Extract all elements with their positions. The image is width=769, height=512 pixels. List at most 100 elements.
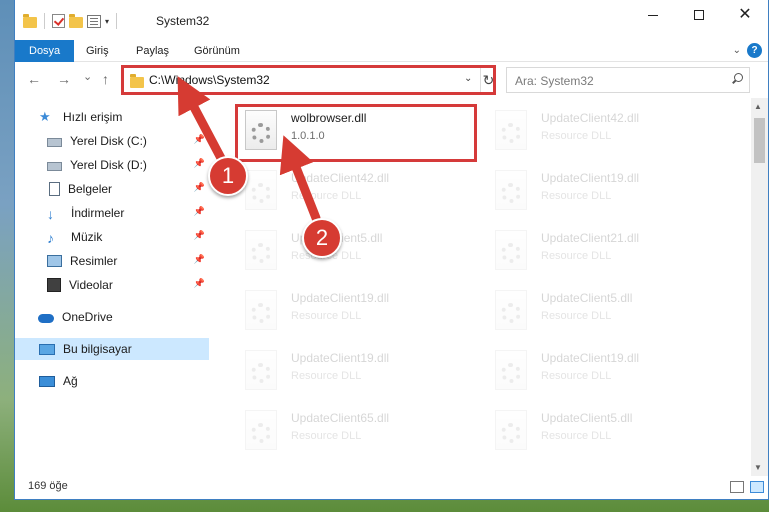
file-description: Resource DLL: [291, 370, 362, 382]
details-view-icon[interactable]: [730, 481, 744, 493]
sidebar-item-label: Yerel Disk (C:): [70, 134, 147, 148]
help-icon[interactable]: ?: [747, 43, 762, 58]
pin-icon: 📌: [193, 254, 205, 264]
folder-icon: [23, 13, 37, 28]
customize-toolbar-dropdown-icon[interactable]: ▾: [105, 17, 109, 26]
file-item[interactable]: UpdateClient19.dll Resource DLL: [485, 342, 715, 400]
sidebar-item-this-pc[interactable]: Bu bilgisayar: [15, 338, 209, 360]
address-path[interactable]: C:\Windows\System32: [149, 73, 270, 87]
gear-icon: [251, 363, 271, 383]
music-icon: ♪: [47, 230, 54, 246]
up-button[interactable]: ↑: [102, 71, 109, 87]
pin-icon: 📌: [193, 182, 205, 192]
close-button[interactable]: ✕: [722, 0, 768, 30]
file-item[interactable]: UpdateClient19.dll Resource DLL: [235, 342, 465, 400]
tab-giris[interactable]: Giriş: [86, 40, 109, 62]
gear-icon: [501, 363, 521, 383]
file-description: Resource DLL: [541, 250, 612, 262]
gear-icon: [251, 303, 271, 323]
file-item[interactable]: UpdateClient5.dll Resource DLL: [235, 222, 465, 280]
address-dropdown-icon[interactable]: ⌄: [464, 73, 472, 84]
dll-file-icon: [245, 230, 277, 270]
pin-icon: 📌: [193, 278, 205, 288]
file-version: 1.0.1.0: [291, 130, 325, 142]
sidebar-item-onedrive[interactable]: OneDrive: [15, 306, 209, 328]
dll-file-icon: [245, 110, 277, 150]
file-description: Resource DLL: [291, 310, 362, 322]
file-description: Resource DLL: [541, 370, 612, 382]
scroll-up-icon[interactable]: ▲: [754, 102, 762, 111]
refresh-button[interactable]: ↻: [480, 68, 496, 92]
scroll-thumb[interactable]: [754, 118, 765, 163]
sidebar-item-quick-access[interactable]: ★ Hızlı erişim: [15, 106, 209, 128]
maximize-button[interactable]: [676, 0, 722, 30]
sidebar-item-label: Resimler: [70, 254, 118, 268]
file-item[interactable]: UpdateClient5.dll Resource DLL: [485, 282, 715, 340]
quick-access-icon: ★: [39, 109, 51, 124]
list-properties-icon[interactable]: [87, 14, 101, 28]
file-item[interactable]: UpdateClient65.dll Resource DLL: [235, 402, 465, 460]
navigation-bar: ← → ⌄ ↑ C:\Windows\System32 ⌄ ↻ Ara: Sys…: [15, 62, 768, 98]
vertical-scrollbar[interactable]: ▲ ▼: [751, 98, 768, 476]
file-item[interactable]: UpdateClient19.dll Resource DLL: [485, 162, 715, 220]
gear-icon: [251, 183, 271, 203]
sidebar-item-music[interactable]: ♪ Müzik 📌: [15, 226, 209, 248]
gear-icon: [501, 423, 521, 443]
dll-file-icon: [495, 170, 527, 210]
dll-file-icon: [495, 350, 527, 390]
pin-icon: 📌: [193, 206, 205, 216]
file-explorer-window: ▾ System32 ✕ Dosya Giriş Paylaş Görünüm …: [14, 0, 769, 500]
file-item[interactable]: UpdateClient42.dll Resource DLL: [235, 162, 465, 220]
expand-ribbon-chevron-icon[interactable]: ⌄: [733, 45, 741, 56]
sidebar-item-documents[interactable]: Belgeler 📌: [15, 178, 209, 200]
sidebar-item-videos[interactable]: Videolar 📌: [15, 274, 209, 296]
new-folder-icon[interactable]: [69, 13, 83, 28]
dll-file-icon: [495, 290, 527, 330]
sidebar-item-label: Bu bilgisayar: [63, 342, 132, 356]
tab-gorunum[interactable]: Görünüm: [194, 40, 240, 62]
sidebar-item-pictures[interactable]: Resimler 📌: [15, 250, 209, 272]
file-item[interactable]: UpdateClient19.dll Resource DLL: [235, 282, 465, 340]
forward-button[interactable]: →: [57, 71, 71, 87]
sidebar-item-downloads[interactable]: ↓ İndirmeler 📌: [15, 202, 209, 224]
back-button[interactable]: ←: [27, 71, 41, 87]
file-name: UpdateClient19.dll: [291, 351, 390, 365]
scroll-down-icon[interactable]: ▼: [754, 463, 762, 472]
file-item[interactable]: UpdateClient5.dll Resource DLL: [485, 402, 715, 460]
file-name: UpdateClient65.dll: [291, 411, 390, 425]
search-input[interactable]: Ara: System32: [506, 67, 750, 93]
dll-file-icon: [245, 350, 277, 390]
file-item[interactable]: UpdateClient21.dll Resource DLL: [485, 222, 715, 280]
folder-icon: [130, 74, 144, 88]
downloads-icon: ↓: [47, 206, 54, 222]
tab-paylas[interactable]: Paylaş: [136, 40, 169, 62]
sidebar-item-local-disk-c[interactable]: Yerel Disk (C:) 📌: [15, 130, 209, 152]
sidebar-item-local-disk-d[interactable]: Yerel Disk (D:) 📌: [15, 154, 209, 176]
search-icon[interactable]: [731, 73, 743, 85]
onedrive-icon: [38, 314, 54, 323]
file-name: UpdateClient42.dll: [541, 111, 640, 125]
address-bar[interactable]: C:\Windows\System32 ⌄ ↻: [123, 67, 495, 93]
network-icon: [39, 375, 55, 387]
file-name: UpdateClient21.dll: [541, 231, 640, 245]
this-pc-icon: [39, 343, 55, 355]
gear-icon: [251, 423, 271, 443]
navigation-pane: ★ Hızlı erişim Yerel Disk (C:) 📌 Yerel D…: [15, 98, 215, 468]
file-item-wolbrowser[interactable]: wolbrowser.dll 1.0.1.0: [235, 102, 465, 160]
window-title: System32: [156, 14, 210, 28]
file-name: wolbrowser.dll: [291, 111, 367, 125]
minimize-button[interactable]: [630, 0, 676, 30]
gear-icon: [251, 123, 271, 143]
tab-dosya[interactable]: Dosya: [15, 40, 75, 62]
sidebar-item-network[interactable]: Ağ: [15, 370, 209, 392]
quick-access-toolbar: ▾: [23, 13, 120, 29]
sidebar-item-label: Yerel Disk (D:): [70, 158, 147, 172]
file-item[interactable]: UpdateClient42.dll Resource DLL: [485, 102, 715, 160]
file-name: UpdateClient5.dll: [541, 291, 633, 305]
pin-icon: 📌: [193, 230, 205, 240]
large-icons-view-icon[interactable]: [750, 481, 764, 493]
recent-locations-dropdown[interactable]: ⌄: [83, 70, 92, 83]
file-name: UpdateClient19.dll: [291, 291, 390, 305]
dll-file-icon: [245, 170, 277, 210]
properties-check-icon[interactable]: [52, 14, 65, 28]
